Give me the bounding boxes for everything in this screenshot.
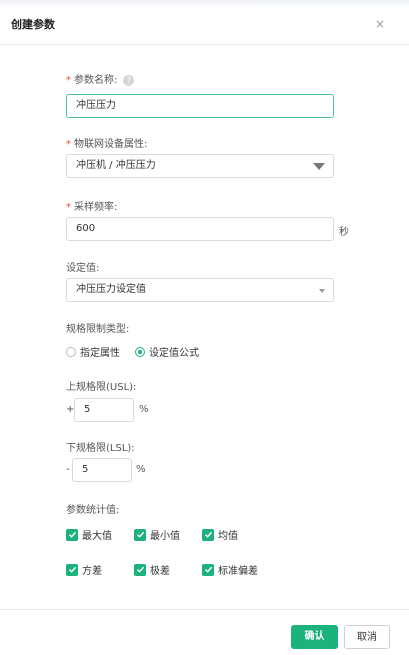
checkbox-range[interactable]: 极差 — [134, 562, 170, 577]
radio-circle — [66, 346, 76, 357]
lsl-sign: - — [66, 464, 70, 475]
iot-attr-label-text: 物联网设备属性: — [74, 139, 148, 150]
iot-attr-label: * 物联网设备属性: — [66, 135, 147, 150]
dialog-title: 创建参数 — [11, 18, 55, 31]
check-icon — [202, 563, 214, 576]
set-value-value: 冲压压力设定值 — [76, 284, 146, 295]
required-mark: * — [66, 75, 71, 86]
iot-attr-value: 冲压机 / 冲压压力 — [76, 160, 156, 171]
check-icon — [134, 528, 146, 541]
radio-label: 指定属性 — [80, 348, 120, 359]
checkbox-variance[interactable]: 方差 — [66, 562, 102, 577]
radio-set-value-formula[interactable]: 设定值公式 — [135, 344, 199, 359]
checkbox-label: 最小值 — [150, 531, 180, 542]
check-icon — [66, 563, 78, 576]
limit-type-label: 规格限制类型: — [66, 324, 130, 335]
param-name-input[interactable]: 冲压压力 — [66, 94, 334, 118]
footer-divider — [0, 609, 409, 610]
caret-down-icon — [313, 163, 325, 170]
usl-label: 上规格限(USL): — [66, 382, 137, 393]
sample-freq-label-text: 采样频率: — [74, 202, 118, 213]
checkbox-stddev[interactable]: 标准偏差 — [202, 562, 258, 577]
radio-circle-selected — [135, 346, 145, 357]
set-value-label: 设定值: — [66, 263, 100, 274]
required-mark: * — [66, 139, 71, 150]
dialog-header: 创建参数 × — [0, 0, 409, 45]
checkbox-label: 均值 — [218, 531, 238, 542]
sample-freq-label: * 采样频率: — [66, 198, 117, 213]
checkbox-mean[interactable]: 均值 — [202, 527, 238, 542]
param-name-label: * 参数名称:? — [66, 71, 135, 86]
help-icon[interactable]: ? — [123, 74, 135, 86]
check-icon — [134, 563, 146, 576]
usl-unit: % — [139, 404, 149, 415]
check-icon — [66, 528, 78, 541]
checkbox-min[interactable]: 最小值 — [134, 527, 180, 542]
set-value-select[interactable]: 冲压压力设定值 — [66, 278, 334, 302]
required-mark: * — [66, 202, 71, 213]
check-icon — [202, 528, 214, 541]
checkbox-max[interactable]: 最大值 — [66, 527, 112, 542]
iot-attr-select[interactable]: 冲压机 / 冲压压力 — [66, 154, 334, 178]
param-name-label-text: 参数名称: — [74, 75, 118, 86]
lsl-input[interactable]: 5 — [72, 458, 132, 482]
confirm-button[interactable]: 确认 — [291, 625, 338, 649]
checkbox-label: 极差 — [150, 566, 170, 577]
radio-label: 设定值公式 — [149, 348, 199, 359]
radio-specified-attr[interactable]: 指定属性 — [66, 344, 120, 359]
close-icon[interactable]: × — [373, 17, 387, 31]
lsl-unit: % — [136, 464, 146, 475]
usl-input[interactable]: 5 — [74, 398, 134, 422]
sample-freq-unit: 秒 — [339, 227, 349, 238]
cancel-button[interactable]: 取消 — [344, 625, 390, 649]
lsl-label: 下规格限(LSL): — [66, 443, 135, 454]
stats-label: 参数统计值: — [66, 505, 120, 516]
sample-freq-input[interactable]: 600 — [66, 217, 334, 241]
checkbox-label: 方差 — [82, 566, 102, 577]
checkbox-label: 最大值 — [82, 531, 112, 542]
checkbox-label: 标准偏差 — [218, 566, 258, 577]
caret-down-icon — [319, 289, 325, 293]
